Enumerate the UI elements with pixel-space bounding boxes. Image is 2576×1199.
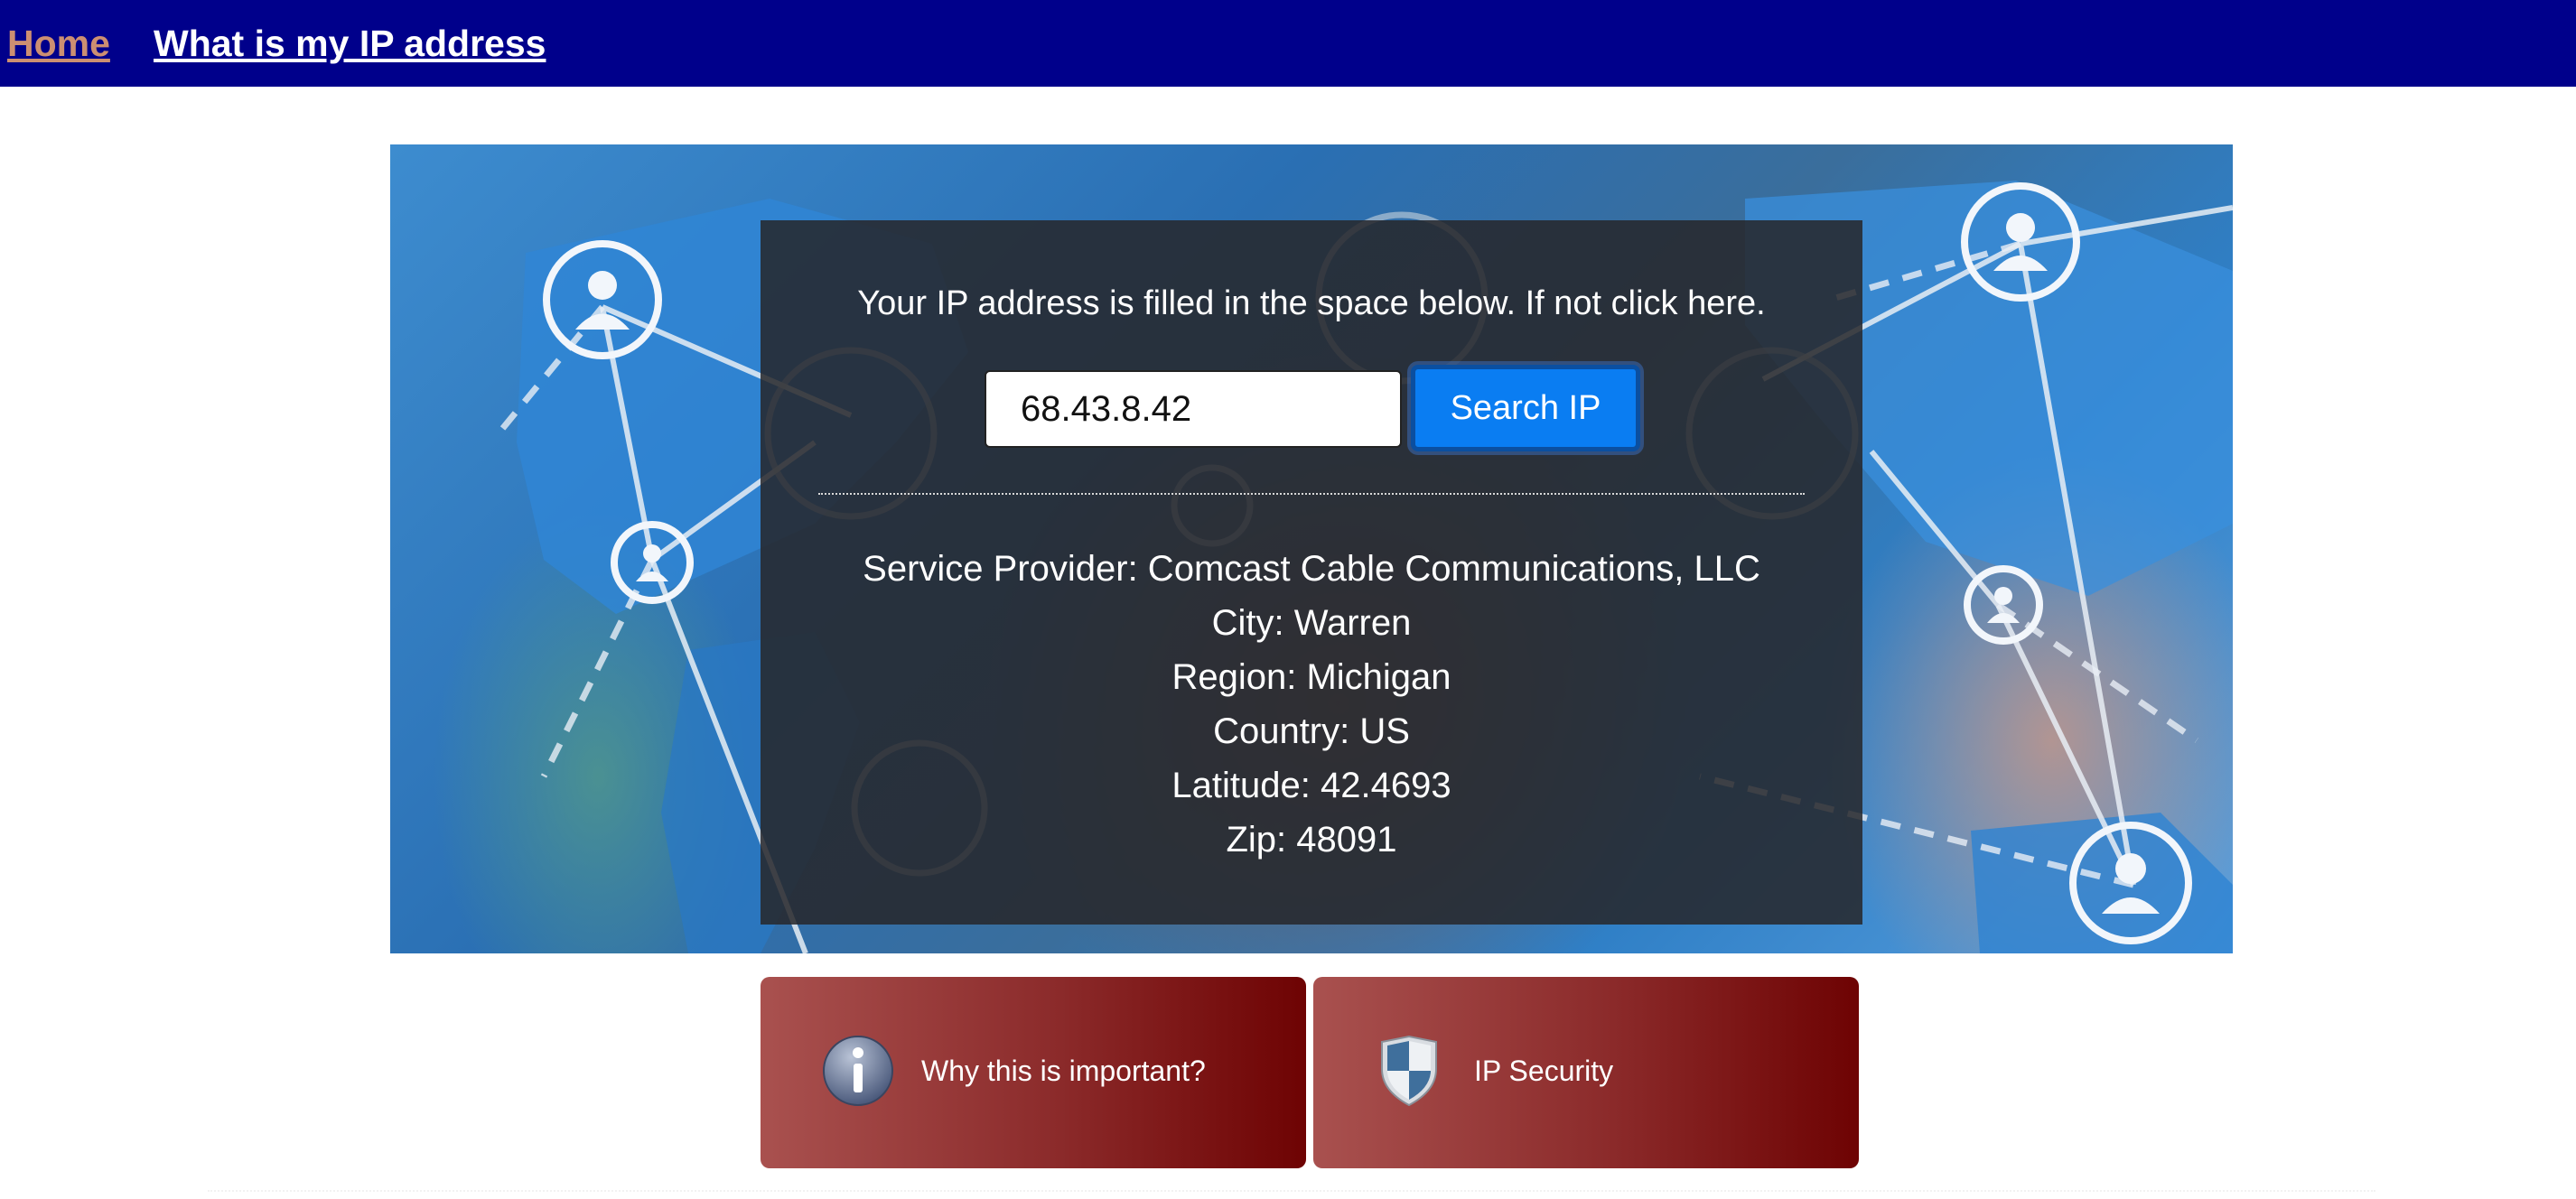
results-divider <box>818 493 1805 495</box>
top-nav: Home What is my IP address <box>0 0 2576 87</box>
country-text: Country: US <box>1213 711 1410 751</box>
why-important-card[interactable]: Why this is important? <box>761 977 1306 1168</box>
nav-home-link[interactable]: Home <box>7 20 110 67</box>
service-provider-text: Service Provider: Comcast Cable Communic… <box>863 549 1760 589</box>
shield-icon <box>1381 1035 1437 1107</box>
ip-instruction-text[interactable]: Your IP address is filled in the space b… <box>761 282 1862 325</box>
zip-text: Zip: 48091 <box>1226 820 1397 860</box>
info-icon <box>823 1036 893 1106</box>
city-text: City: Warren <box>1211 603 1412 643</box>
nav-what-is-my-ip-link[interactable]: What is my IP address <box>154 20 546 67</box>
search-ip-button[interactable]: Search IP <box>1411 365 1640 451</box>
latitude-text: Latitude: 42.4693 <box>1171 766 1451 805</box>
ip-security-label: IP Security <box>1474 1055 1614 1087</box>
region-text: Region: Michigan <box>1171 657 1451 697</box>
footer-divider <box>208 1190 2375 1192</box>
ip-security-card[interactable]: IP Security <box>1313 977 1859 1168</box>
why-important-label: Why this is important? <box>921 1055 1206 1087</box>
ip-address-input[interactable] <box>985 370 1402 448</box>
